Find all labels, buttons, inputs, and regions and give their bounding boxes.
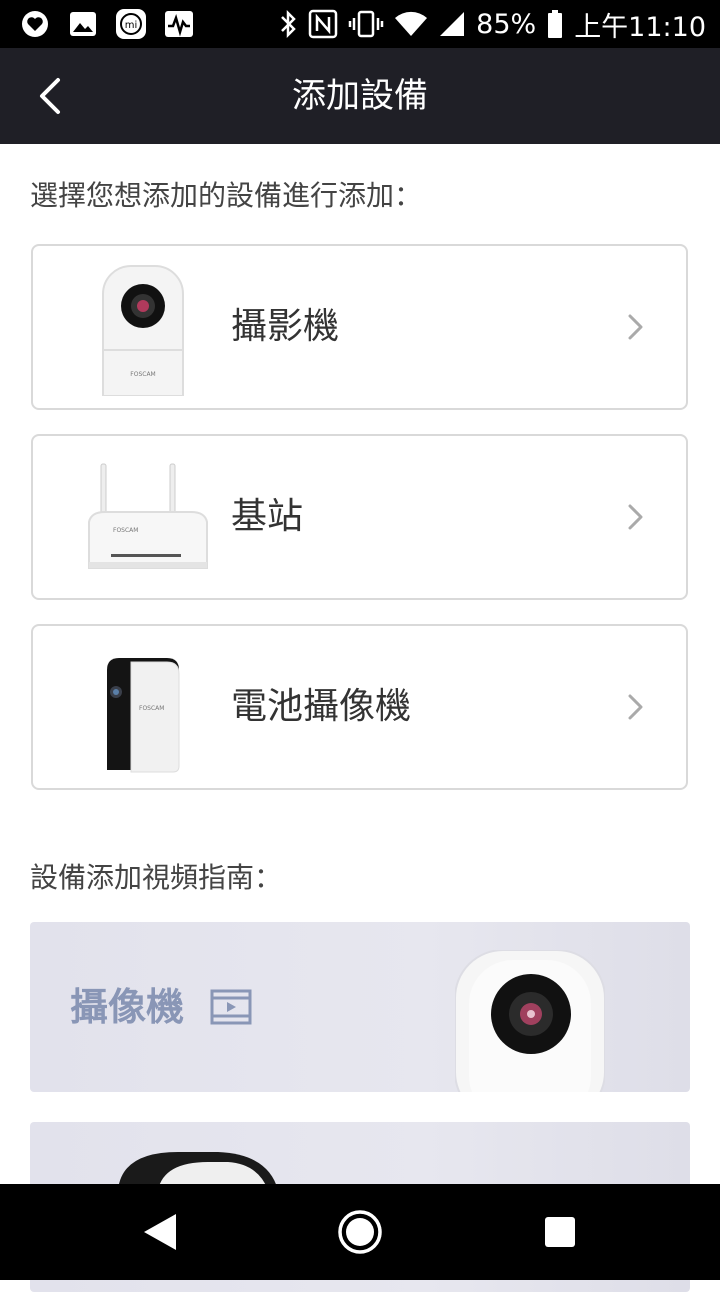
clock: 上午11:10 — [574, 11, 706, 43]
status-bar: mi 85% 上午11:10 — [0, 0, 720, 48]
guide-section-title: 設備添加視頻指南： — [30, 861, 283, 894]
chevron-right-icon — [628, 314, 643, 340]
device-card-battery-camera[interactable]: FOSCAM 電池攝像機 — [31, 624, 688, 790]
navigation-bar — [0, 1184, 720, 1280]
chevron-right-icon — [628, 504, 643, 530]
back-button[interactable] — [30, 74, 74, 118]
vibrate-icon — [348, 10, 384, 38]
back-triangle-icon[interactable] — [136, 1208, 184, 1256]
chevron-right-icon — [628, 694, 643, 720]
ptz-camera-image — [455, 950, 605, 1092]
svg-text:FOSCAM: FOSCAM — [130, 371, 155, 378]
battery-camera-image: FOSCAM — [107, 658, 180, 773]
battery-percent: 85% — [476, 8, 537, 40]
page-title: 添加設備 — [292, 76, 428, 116]
device-label: 攝影機 — [231, 306, 340, 347]
bluetooth-icon — [281, 9, 296, 39]
app-bar: 添加設備 — [0, 48, 720, 144]
image-icon — [66, 8, 100, 40]
home-circle-icon[interactable] — [336, 1208, 384, 1256]
ptz-camera-image: FOSCAM — [102, 265, 184, 396]
svg-text:FOSCAM: FOSCAM — [139, 705, 164, 712]
video-film-icon — [210, 989, 252, 1025]
device-label: 基站 — [231, 496, 304, 537]
wifi-icon — [395, 11, 428, 37]
svg-text:mi: mi — [125, 20, 138, 31]
heart-app-icon — [18, 8, 52, 40]
recents-square-icon[interactable] — [536, 1208, 584, 1256]
nfc-icon — [308, 9, 338, 39]
notification-icons: mi — [18, 8, 196, 40]
device-label: 電池攝像機 — [231, 686, 412, 727]
base-station-image: FOSCAM — [88, 463, 208, 569]
svg-text:FOSCAM: FOSCAM — [113, 527, 138, 534]
signal-icon — [440, 12, 465, 36]
battery-icon — [548, 10, 563, 38]
device-card-camera[interactable]: FOSCAM 攝影機 — [31, 244, 688, 410]
pulse-icon — [162, 8, 196, 40]
device-card-base-station[interactable]: FOSCAM 基站 — [31, 434, 688, 600]
guide-label: 攝像機 — [70, 985, 185, 1029]
mi-icon: mi — [114, 8, 148, 40]
system-status: 85% 上午11:10 — [278, 4, 706, 44]
device-prompt: 選擇您想添加的設備進行添加： — [30, 179, 423, 212]
guide-card-camera[interactable]: 攝像機 — [30, 922, 690, 1092]
chevron-left-icon — [40, 78, 60, 114]
